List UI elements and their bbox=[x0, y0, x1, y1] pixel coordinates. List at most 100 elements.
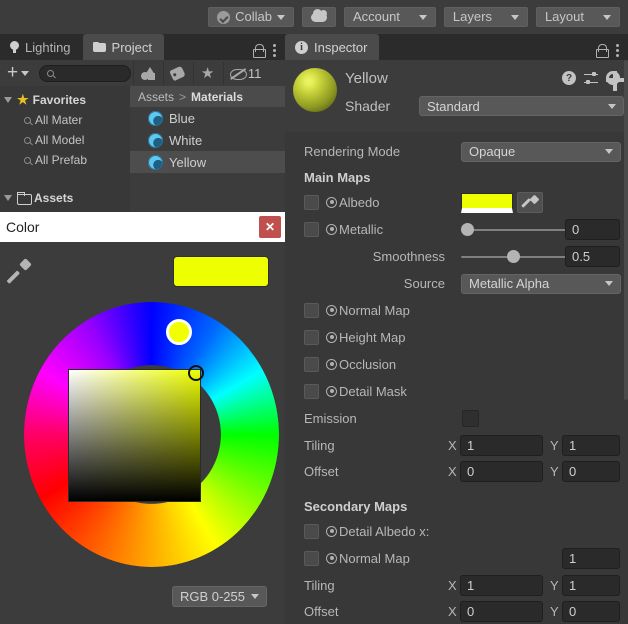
chevron-down-icon[interactable] bbox=[4, 195, 12, 201]
tree-item-assets[interactable]: Assets bbox=[0, 188, 130, 208]
layout-label: Layout bbox=[544, 9, 584, 24]
search-input[interactable] bbox=[39, 64, 132, 82]
normal-map-toggle-icon[interactable] bbox=[326, 305, 337, 316]
tree-item-label: Favorites bbox=[32, 93, 87, 107]
secondary-normal-value-field[interactable]: 1 bbox=[562, 548, 620, 569]
chevron-down-icon bbox=[510, 14, 519, 20]
material-ball-icon bbox=[148, 132, 163, 148]
metallic-slider[interactable] bbox=[461, 220, 566, 240]
emission-checkbox[interactable] bbox=[462, 410, 479, 427]
breadcrumb-root[interactable]: Assets bbox=[138, 90, 174, 104]
sv-handle[interactable] bbox=[188, 365, 204, 381]
secondary-normal-label: Normal Map bbox=[339, 551, 410, 566]
kebab-menu-icon[interactable] bbox=[273, 43, 277, 57]
chevron-down-icon bbox=[418, 14, 427, 20]
tree-item-favorites[interactable]: ★ Favorites bbox=[0, 90, 130, 110]
secondary-offset-x-field[interactable]: 0 bbox=[460, 600, 543, 622]
kebab-menu-icon[interactable] bbox=[616, 43, 620, 57]
collab-button[interactable]: Collab bbox=[208, 7, 294, 27]
folder-icon bbox=[92, 42, 106, 52]
secondary-tiling-x-field[interactable]: 1 bbox=[460, 574, 543, 596]
inspector-scrollbar[interactable] bbox=[624, 60, 628, 624]
tab-lighting[interactable]: Lighting bbox=[0, 34, 83, 60]
secondary-offset-y-field[interactable]: 0 bbox=[562, 600, 620, 622]
detail-mask-texture-slot[interactable] bbox=[304, 384, 319, 399]
color-mode-dropdown[interactable]: RGB 0-255 bbox=[171, 586, 267, 607]
chevron-down-icon bbox=[21, 70, 30, 76]
albedo-color-swatch[interactable] bbox=[461, 192, 513, 213]
hidden-items-indicator[interactable]: 11 bbox=[223, 62, 267, 84]
detail-mask-toggle-icon[interactable] bbox=[326, 386, 337, 397]
material-properties: Rendering Mode Opaque Main Maps Albedo M… bbox=[285, 132, 628, 624]
account-button[interactable]: Account bbox=[343, 7, 436, 27]
saturation-value-square[interactable] bbox=[68, 369, 201, 502]
metallic-toggle-icon[interactable] bbox=[326, 224, 337, 235]
offset-x-field[interactable]: 0 bbox=[460, 460, 543, 482]
secondary-normal-texture-slot[interactable] bbox=[304, 551, 319, 566]
layers-button[interactable]: Layers bbox=[443, 7, 528, 27]
lock-icon[interactable] bbox=[596, 44, 609, 58]
metallic-texture-slot[interactable] bbox=[304, 222, 319, 237]
tree-item-label: All Mater bbox=[35, 113, 83, 127]
secondary-offset-y-axis-label: Y bbox=[550, 603, 559, 619]
eyedropper-icon[interactable] bbox=[6, 258, 32, 284]
filter-by-label-button[interactable] bbox=[163, 62, 191, 84]
create-menu-button[interactable]: + bbox=[2, 63, 34, 83]
height-map-row: Height Map bbox=[285, 324, 628, 351]
chevron-down-icon[interactable] bbox=[4, 97, 12, 103]
occlusion-toggle-icon[interactable] bbox=[326, 359, 337, 370]
layout-button[interactable]: Layout bbox=[535, 7, 620, 27]
chevron-down-icon bbox=[605, 281, 613, 286]
detail-albedo-toggle-icon[interactable] bbox=[326, 526, 337, 537]
secondary-normal-toggle-icon[interactable] bbox=[326, 553, 337, 564]
smoothness-slider[interactable] bbox=[461, 247, 566, 267]
tiling-y-field[interactable]: 1 bbox=[562, 434, 620, 456]
shader-dropdown[interactable]: Standard bbox=[419, 96, 624, 116]
detail-albedo-texture-slot[interactable] bbox=[304, 524, 319, 539]
normal-map-label: Normal Map bbox=[339, 303, 410, 318]
help-icon[interactable]: ? bbox=[562, 71, 576, 85]
shapes-filter-icon bbox=[140, 66, 155, 80]
albedo-toggle-icon[interactable] bbox=[326, 197, 337, 208]
albedo-eyedropper-icon[interactable] bbox=[517, 192, 543, 213]
source-dropdown[interactable]: Metallic Alpha bbox=[461, 273, 621, 294]
secondary-tiling-y-field[interactable]: 1 bbox=[562, 574, 620, 596]
filter-favorites-button[interactable]: ★ bbox=[193, 62, 221, 84]
albedo-row: Albedo bbox=[285, 189, 628, 216]
tree-item-all-materials[interactable]: All Mater bbox=[0, 110, 130, 130]
smoothness-value-field[interactable]: 0.5 bbox=[565, 246, 620, 267]
smoothness-slider-handle[interactable] bbox=[507, 250, 520, 263]
cloud-button[interactable] bbox=[301, 7, 336, 27]
metallic-row: Metallic 0 bbox=[285, 216, 628, 243]
tab-inspector[interactable]: i Inspector bbox=[285, 34, 380, 60]
rendering-mode-dropdown[interactable]: Opaque bbox=[461, 141, 621, 162]
hue-handle[interactable] bbox=[166, 319, 192, 345]
asset-item-blue[interactable]: Blue bbox=[130, 107, 285, 129]
close-icon[interactable]: ✕ bbox=[259, 216, 281, 238]
normal-map-texture-slot[interactable] bbox=[304, 303, 319, 318]
current-color-swatch[interactable] bbox=[173, 256, 269, 287]
gear-icon[interactable] bbox=[606, 71, 626, 91]
tab-project[interactable]: Project bbox=[82, 34, 165, 60]
height-map-texture-slot[interactable] bbox=[304, 330, 319, 345]
color-window-titlebar[interactable]: Color ✕ bbox=[0, 212, 285, 242]
preset-icon[interactable] bbox=[584, 71, 598, 85]
tiling-x-axis-label: X bbox=[448, 437, 457, 453]
tree-item-all-prefabs[interactable]: All Prefab bbox=[0, 150, 130, 170]
lock-icon[interactable] bbox=[253, 44, 266, 58]
asset-item-yellow[interactable]: Yellow bbox=[130, 151, 285, 173]
albedo-texture-slot[interactable] bbox=[304, 195, 319, 210]
occlusion-texture-slot[interactable] bbox=[304, 357, 319, 372]
tiling-x-field[interactable]: 1 bbox=[460, 434, 543, 456]
secondary-tiling-y-axis-label: Y bbox=[550, 577, 559, 593]
filter-by-type-button[interactable] bbox=[133, 62, 161, 84]
metallic-value-field[interactable]: 0 bbox=[565, 219, 620, 240]
metallic-slider-handle[interactable] bbox=[461, 223, 474, 236]
tab-lighting-label: Lighting bbox=[25, 39, 71, 55]
height-map-toggle-icon[interactable] bbox=[326, 332, 337, 343]
offset-y-field[interactable]: 0 bbox=[562, 460, 620, 482]
rendering-mode-label: Rendering Mode bbox=[304, 144, 401, 159]
inspector-scrollbar-thumb[interactable] bbox=[624, 60, 628, 400]
asset-item-white[interactable]: White bbox=[130, 129, 285, 151]
tree-item-all-models[interactable]: All Model bbox=[0, 130, 130, 150]
